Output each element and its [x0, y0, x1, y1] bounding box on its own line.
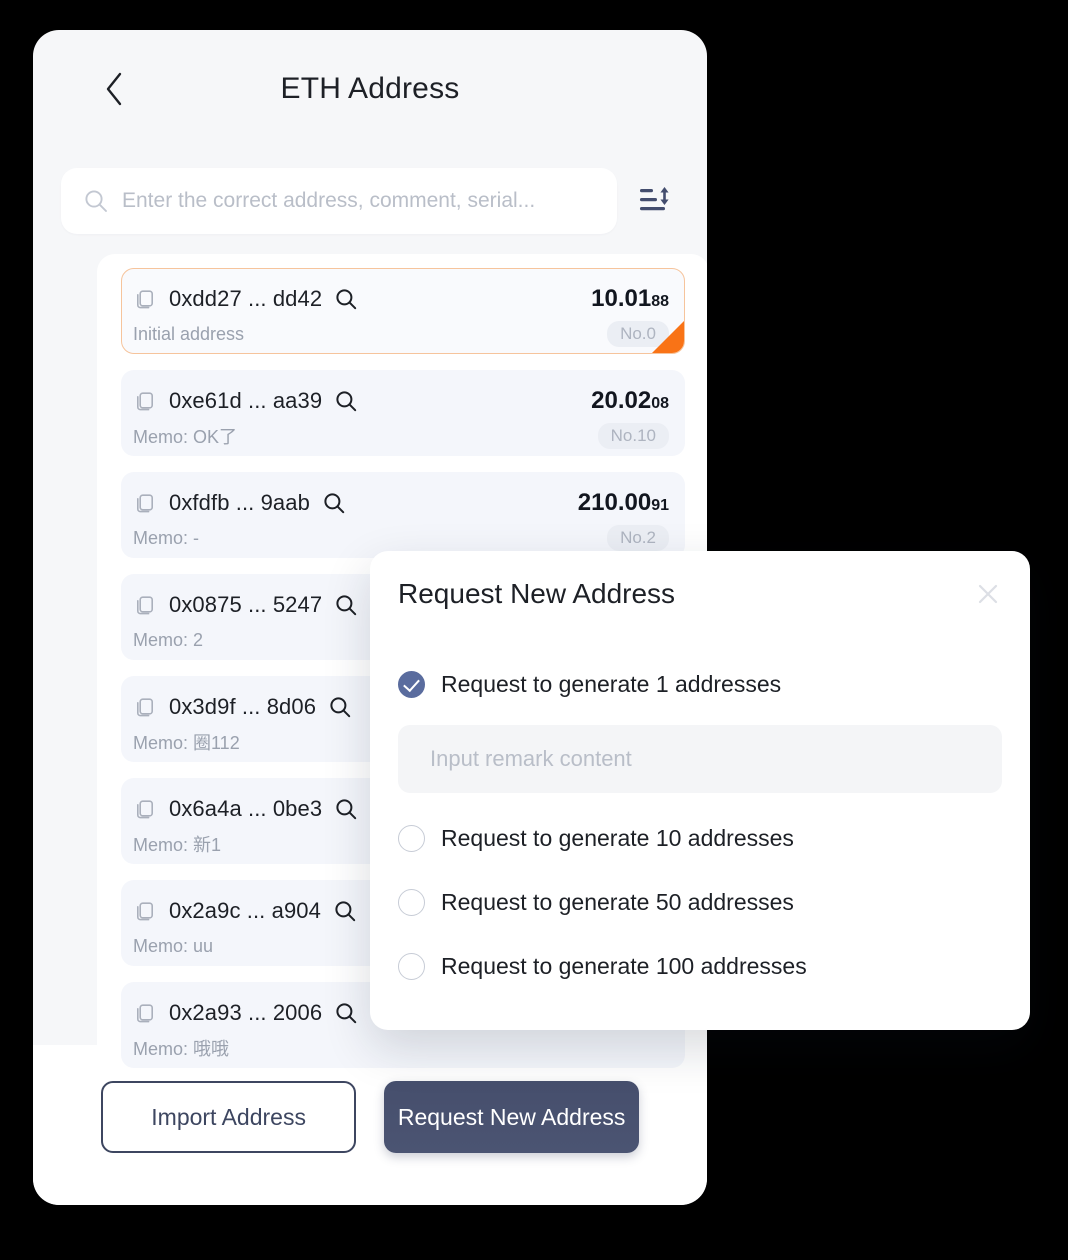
import-address-button[interactable]: Import Address [101, 1081, 357, 1153]
address-text: 0xdd27 ... dd42 [169, 286, 323, 311]
search-box[interactable] [61, 168, 617, 234]
address-text: 0x0875 ... 5247 [169, 592, 323, 617]
address-memo: Memo: 哦哦 [133, 1039, 230, 1059]
address-amount: 20.0208 [591, 387, 669, 414]
magnifier-icon[interactable] [334, 1001, 358, 1025]
chevron-left-icon [104, 72, 124, 106]
address-row-bottom: Memo: - No.2 [133, 522, 669, 554]
address-text: 0x2a9c ... a904 [169, 898, 321, 923]
close-button[interactable] [970, 577, 1006, 613]
copy-icon[interactable] [133, 491, 157, 515]
address-list-item[interactable]: 0xe61d ... aa39 20.0208 Memo: OK了 No.10 [121, 370, 685, 456]
search-row [33, 168, 707, 234]
request-new-address-dialog: Request New Address Request to generate … [370, 551, 1030, 1030]
request-new-address-button[interactable]: Request New Address [384, 1081, 639, 1153]
radio-icon-2[interactable] [398, 888, 425, 916]
address-memo: Memo: OK了 [133, 427, 238, 447]
dialog-header: Request New Address [370, 551, 1030, 637]
amount-decimals: 88 [651, 293, 669, 310]
footer-actions: Import Address Request New Address [33, 1081, 707, 1153]
address-amount: 210.0091 [577, 489, 669, 516]
address-row-top: 0xe61d ... aa39 20.0208 [133, 382, 669, 420]
copy-icon[interactable] [133, 593, 157, 617]
serial-badge: No.2 [607, 525, 669, 551]
address-row-bottom: Memo: 哦哦 [133, 1032, 669, 1064]
copy-icon[interactable] [133, 1001, 157, 1025]
address-memo: Initial address [133, 323, 245, 344]
address-amount: 10.0188 [591, 285, 669, 312]
copy-icon[interactable] [133, 389, 157, 413]
amount-decimals: 91 [651, 497, 669, 514]
app-header: ETH Address [33, 30, 707, 148]
address-memo: Memo: - [133, 527, 200, 548]
option-label-3: Request to generate 100 addresses [441, 952, 807, 979]
address-memo: Memo: 2 [133, 629, 204, 650]
amount-decimals: 08 [651, 395, 669, 412]
back-button[interactable] [91, 66, 137, 112]
address-row-top: 0xfdfb ... 9aab 210.0091 [133, 484, 669, 522]
magnifier-icon[interactable] [334, 593, 358, 617]
copy-icon[interactable] [133, 797, 157, 821]
radio-icon-1[interactable] [398, 824, 425, 852]
address-row-top: 0xdd27 ... dd42 10.0188 [133, 280, 669, 318]
screenshot-root: ETH Address Enter the correct address, c… [0, 0, 1068, 1260]
search-input[interactable] [122, 189, 595, 213]
magnifier-icon[interactable] [334, 797, 358, 821]
option-row-2[interactable]: Request to generate 50 addresses [398, 879, 1002, 925]
copy-icon[interactable] [133, 899, 157, 923]
magnifier-icon[interactable] [333, 899, 357, 923]
magnifier-icon[interactable] [328, 695, 352, 719]
option-label-1: Request to generate 10 addresses [441, 824, 794, 851]
option-row-0[interactable]: Request to generate 1 addresses [398, 661, 1002, 707]
copy-icon[interactable] [133, 695, 157, 719]
checkbox-check-icon[interactable] [398, 670, 425, 698]
address-row-bottom: Initial address No.0 [133, 318, 669, 350]
address-text: 0x2a93 ... 2006 [169, 1000, 323, 1025]
option-label-2: Request to generate 50 addresses [441, 888, 794, 915]
magnifier-icon[interactable] [322, 491, 346, 515]
close-icon [975, 581, 1001, 610]
sort-icon [639, 182, 673, 221]
address-memo: Memo: 圈112 [133, 733, 240, 753]
sort-button[interactable] [633, 175, 679, 227]
corner-flag-icon [651, 320, 684, 353]
remark-input[interactable] [398, 725, 1002, 793]
search-icon [83, 188, 109, 214]
address-list-item[interactable]: 0xdd27 ... dd42 10.0188 Initial address No.… [121, 268, 685, 354]
option-label-0: Request to generate 1 addresses [441, 670, 782, 697]
address-text: 0xfdfb ... 9aab [169, 490, 310, 515]
dialog-body: Request to generate 1 addresses Request … [370, 637, 1030, 989]
magnifier-icon[interactable] [334, 389, 358, 413]
address-text: 0xe61d ... aa39 [169, 388, 323, 413]
address-memo: Memo: uu [133, 935, 214, 956]
address-text: 0x6a4a ... 0be3 [169, 796, 323, 821]
option-row-1[interactable]: Request to generate 10 addresses [398, 815, 1002, 861]
radio-icon-3[interactable] [398, 952, 425, 980]
magnifier-icon[interactable] [334, 287, 358, 311]
address-row-bottom: Memo: OK了 No.10 [133, 420, 669, 452]
option-row-3[interactable]: Request to generate 100 addresses [398, 943, 1002, 989]
address-list-item[interactable]: 0xfdfb ... 9aab 210.0091 Memo: - No.2 [121, 472, 685, 558]
dialog-title: Request New Address [398, 578, 676, 609]
copy-icon[interactable] [133, 287, 157, 311]
address-memo: Memo: 新1 [133, 835, 222, 855]
serial-badge: No.10 [597, 423, 669, 449]
address-text: 0x3d9f ... 8d06 [169, 694, 317, 719]
